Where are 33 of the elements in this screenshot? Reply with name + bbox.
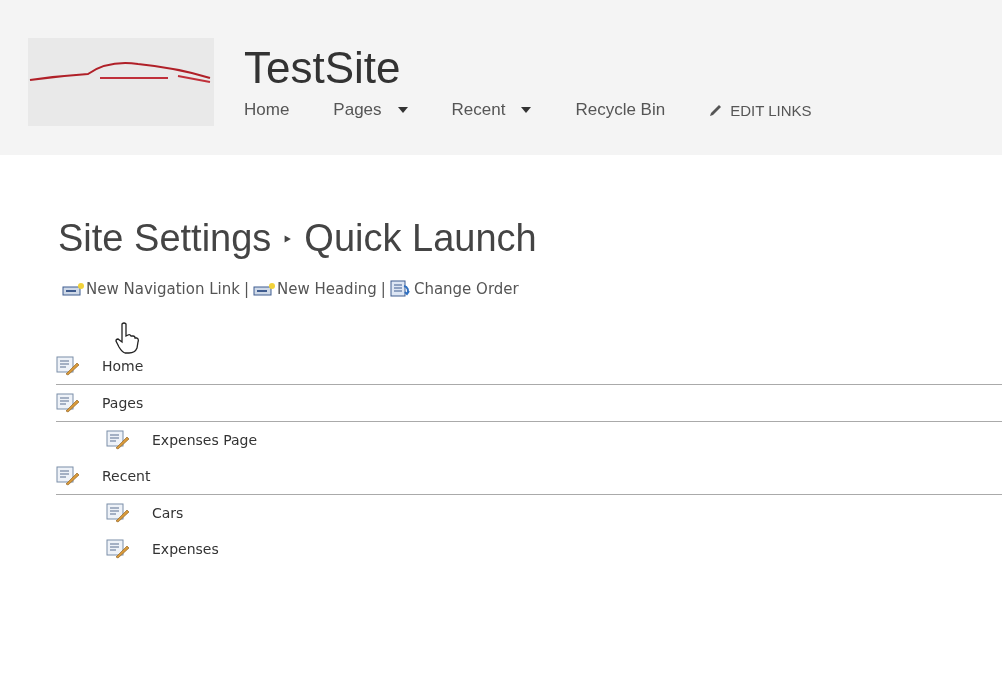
edit-list-icon[interactable] [56,356,80,376]
page-title: Quick Launch [304,217,537,260]
edit-list-icon[interactable] [106,503,130,523]
edit-list-icon[interactable] [56,393,80,413]
edit-list-icon[interactable] [56,466,80,486]
navigation-link[interactable]: Cars [152,505,184,521]
heading-link[interactable]: Recent [102,468,151,484]
edit-links-button[interactable]: EDIT LINKS [709,101,812,119]
nav-link[interactable]: Recent [451,100,532,120]
hand-cursor-icon [114,322,140,354]
heading-link[interactable]: Pages [102,395,144,411]
pencil-icon [709,103,723,117]
navigation-link[interactable]: Expenses Page [152,432,258,448]
new-item-icon [252,282,275,296]
action-link[interactable]: New Heading [252,280,377,298]
nav-link[interactable]: Recycle Bin [575,100,666,120]
edit-list-icon[interactable] [106,539,130,559]
reorder-icon [389,280,412,298]
nav-link[interactable]: Home [244,100,290,120]
edit-list-icon[interactable] [106,430,130,450]
heading-link[interactable]: Home [102,358,144,374]
caret-icon[interactable] [521,107,532,113]
separator: | [380,280,386,298]
page-title: Site Settings [58,217,272,260]
new-item-icon [62,282,84,296]
navigation-link[interactable]: Expenses [152,541,219,557]
nav-link[interactable]: Pages [333,100,408,120]
site-title[interactable]: TestSite [244,46,856,90]
action-link[interactable]: New Navigation Link [62,280,240,298]
caret-icon[interactable] [397,107,408,113]
breadcrumb-separator: ‣ [283,225,293,255]
action-link[interactable]: Change Order [389,280,519,298]
separator: | [243,280,249,298]
